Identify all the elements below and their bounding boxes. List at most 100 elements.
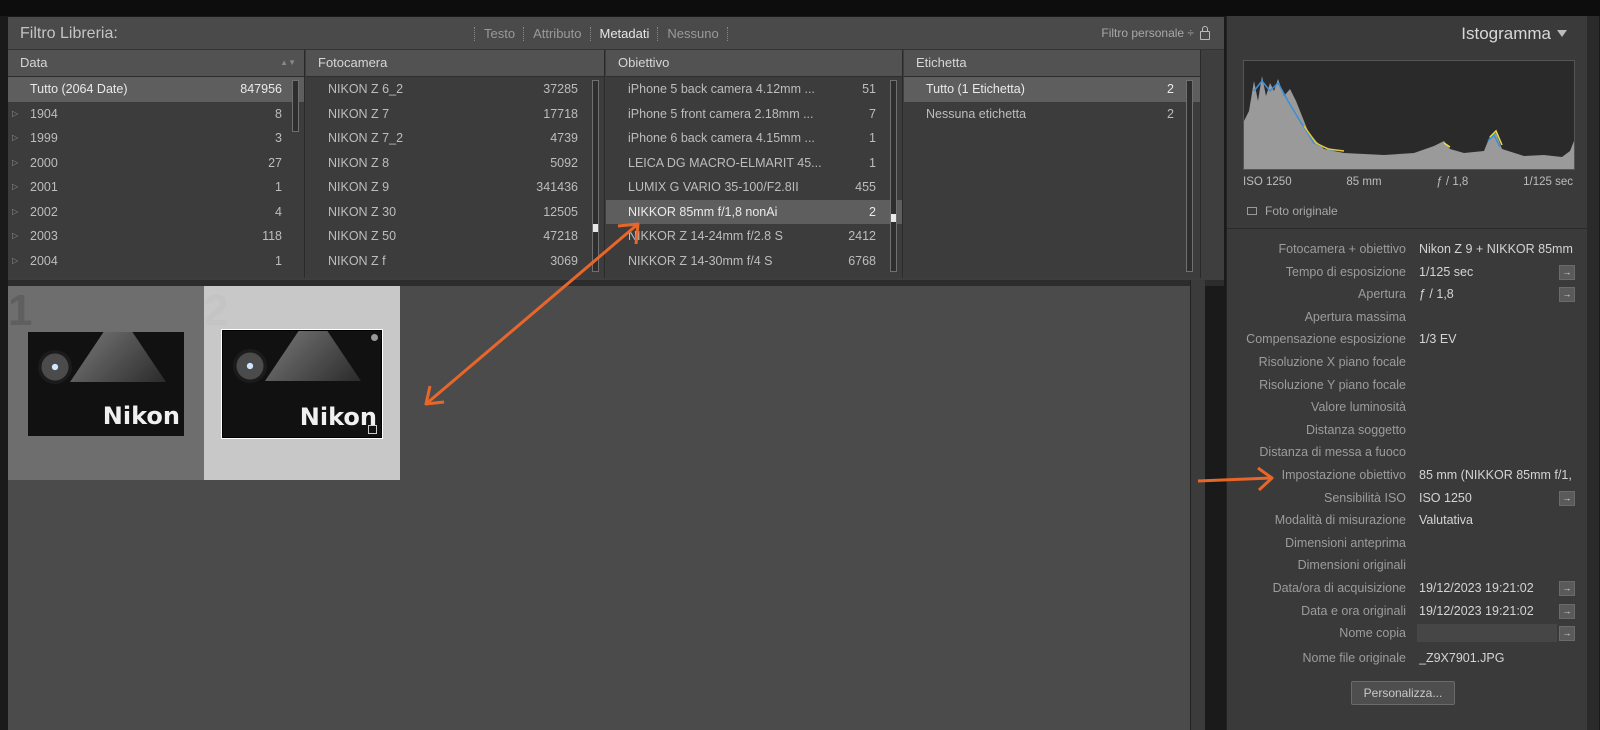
column-scroll-thumb[interactable] — [593, 224, 598, 232]
list-item[interactable]: iPhone 6 back camera 4.15mm ... 1 — [606, 126, 902, 151]
metadata-row: Sensibilità ISO ISO 1250 → — [1227, 487, 1587, 510]
grid-cell[interactable]: 1 Nikon — [8, 286, 204, 480]
list-item[interactable]: NIKON Z 9 341436 — [306, 175, 604, 200]
column-scrollbar[interactable] — [292, 80, 299, 132]
tab-testo[interactable]: Testo — [484, 26, 515, 41]
go-arrow-button[interactable]: → — [1559, 287, 1575, 303]
column-header-obiettivo[interactable]: Obiettivo — [606, 50, 902, 77]
column-header-label: Data — [20, 55, 48, 70]
list-item[interactable]: Nessuna etichetta 2 — [904, 102, 1200, 127]
thumbnail[interactable]: Nikon — [221, 329, 383, 439]
metadata-row: Dimensioni originali — [1227, 554, 1587, 577]
metadata-row-lens-setting: Impostazione obiettivo 85 mm (NIKKOR 85mm… — [1227, 464, 1587, 487]
collapse-triangle-icon[interactable] — [1557, 30, 1567, 37]
item-count: 4739 — [550, 131, 578, 145]
item-label: 2000 — [30, 155, 58, 170]
metadata-key: Valore luminosità — [1311, 400, 1406, 415]
list-item[interactable]: ▷ 1999 3 — [8, 126, 304, 151]
metadata-list: Fotocamera + obiettivo Nikon Z 9 + NIKKOR… — [1227, 238, 1587, 669]
metadata-value: 1/3 EV — [1419, 332, 1457, 347]
list-item[interactable]: LEICA DG MACRO-ELMARIT 45... 1 — [606, 151, 902, 176]
column-header-etichetta[interactable]: Etichetta — [904, 50, 1200, 77]
go-arrow-button[interactable]: → — [1559, 626, 1575, 642]
expand-triangle-icon[interactable]: ▷ — [12, 224, 18, 249]
expand-triangle-icon[interactable]: ▷ — [12, 151, 18, 176]
focal-length-value: 85 mm — [1346, 176, 1382, 188]
panel-edge — [1587, 16, 1599, 730]
histogram-title[interactable]: Istogramma — [1461, 24, 1551, 44]
lock-icon[interactable] — [1200, 25, 1210, 40]
list-item[interactable]: NIKON Z 7 17718 — [306, 102, 604, 127]
go-arrow-button[interactable]: → — [1559, 490, 1575, 506]
list-item[interactable]: ▷ 1904 8 — [8, 102, 304, 127]
thumbnail[interactable]: Nikon — [28, 332, 184, 436]
list-item[interactable]: NIKON Z 8 5092 — [306, 151, 604, 176]
list-item[interactable]: NIKON Z 30 12505 — [306, 200, 604, 225]
customize-button[interactable]: Personalizza... — [1351, 681, 1455, 705]
tab-attributo[interactable]: Attributo — [533, 26, 581, 41]
checkbox-icon[interactable] — [1247, 207, 1257, 215]
list-item[interactable]: NIKON Z 7_2 4739 — [306, 126, 604, 151]
filter-preset-label: Filtro personale ÷ — [1101, 26, 1194, 40]
metadata-filter-columns: Data ▲▼ Tutto (2064 Date) 847956 ▷ 1904 8 ▷… — [8, 50, 1224, 280]
column-header-data[interactable]: Data ▲▼ — [8, 50, 304, 77]
original-photo-toggle[interactable]: Foto originale — [1247, 204, 1338, 218]
sort-icon[interactable]: ▲▼ — [280, 50, 296, 76]
list-item[interactable]: NIKON Z 50 47218 — [306, 224, 604, 249]
item-count: 2 — [1167, 82, 1174, 96]
column-header-label: Fotocamera — [318, 55, 388, 70]
metadata-row: Fotocamera + obiettivo Nikon Z 9 + NIKKOR… — [1227, 238, 1587, 261]
metadata-key: Fotocamera + obiettivo — [1278, 242, 1407, 256]
list-item[interactable]: ▷ 2002 4 — [8, 200, 304, 225]
list-item-selected[interactable]: NIKKOR 85mm f/1,8 nonAi 2 — [606, 199, 902, 224]
item-label: NIKON Z 6_2 — [328, 82, 404, 96]
item-label: iPhone 6 back camera 4.15mm ... — [628, 131, 815, 145]
item-label: LEICA DG MACRO-ELMARIT 45... — [628, 155, 822, 170]
expand-triangle-icon[interactable]: ▷ — [12, 126, 18, 151]
tab-nessuno[interactable]: Nessuno — [667, 26, 718, 41]
expand-triangle-icon[interactable]: ▷ — [12, 175, 18, 200]
list-item[interactable]: LUMIX G VARIO 35-100/F2.8II 455 — [606, 175, 902, 200]
column-scrollbar[interactable] — [890, 80, 897, 272]
list-item[interactable]: NIKON Z 6_2 37285 — [306, 77, 604, 102]
item-count: 12505 — [543, 204, 578, 219]
go-arrow-button[interactable]: → — [1559, 580, 1575, 596]
item-label: LUMIX G VARIO 35-100/F2.8II — [628, 180, 799, 194]
list-item[interactable]: Tutto (1 Etichetta) 2 — [904, 77, 1200, 102]
item-label: NIKON Z 7 — [328, 106, 390, 121]
expand-triangle-icon[interactable]: ▷ — [12, 249, 18, 274]
grid-cell-selected[interactable]: 2 Nikon — [204, 286, 400, 480]
go-arrow-button[interactable]: → — [1559, 264, 1575, 280]
column-scroll-thumb[interactable] — [891, 214, 896, 222]
metadata-value: 85 mm (NIKKOR 85mm f/1, — [1419, 467, 1572, 482]
list-item[interactable]: ▷ 2001 1 — [8, 175, 304, 200]
item-count: 2412 — [848, 229, 876, 243]
flag-dot-icon[interactable] — [371, 334, 378, 341]
column-scrollbar[interactable] — [592, 80, 599, 272]
copy-name-field[interactable] — [1417, 624, 1557, 643]
column-rows: Tutto (2064 Date) 847956 ▷ 1904 8 ▷ 1999 3 ▷ 2… — [8, 77, 304, 273]
go-arrow-button[interactable]: → — [1559, 603, 1575, 619]
grid-scrollbar[interactable] — [1190, 280, 1205, 730]
column-header-fotocamera[interactable]: Fotocamera — [306, 50, 604, 77]
column-scrollbar[interactable] — [1186, 80, 1193, 272]
list-item[interactable]: ▷ 2003 118 — [8, 224, 304, 249]
item-label: NIKKOR Z 14-24mm f/2.8 S — [628, 229, 783, 243]
list-item[interactable]: NIKKOR Z 14-30mm f/4 S 6768 — [606, 249, 902, 274]
filter-preset-dropdown[interactable]: Filtro personale ÷ — [1101, 25, 1210, 40]
tab-metadati[interactable]: Metadati — [600, 26, 650, 41]
metadata-key: Apertura massima — [1304, 309, 1406, 324]
tab-separator — [474, 26, 476, 41]
list-item[interactable]: Tutto (2064 Date) 847956 — [8, 77, 304, 102]
expand-triangle-icon[interactable]: ▷ — [12, 102, 18, 127]
edit-badge-icon[interactable] — [368, 425, 377, 434]
list-item[interactable]: iPhone 5 front camera 2.18mm ... 7 — [606, 102, 902, 127]
item-count: 1 — [869, 131, 876, 145]
list-item[interactable]: NIKKOR Z 14-24mm f/2.8 S 2412 — [606, 224, 902, 249]
list-item[interactable]: ▷ 2000 27 — [8, 151, 304, 176]
expand-triangle-icon[interactable]: ▷ — [12, 200, 18, 225]
metadata-row: Dimensioni anteprima — [1227, 532, 1587, 555]
list-item[interactable]: iPhone 5 back camera 4.12mm ... 51 — [606, 77, 902, 102]
list-item[interactable]: ▷ 2004 1 — [8, 249, 304, 274]
list-item[interactable]: NIKON Z f 3069 — [306, 249, 604, 274]
